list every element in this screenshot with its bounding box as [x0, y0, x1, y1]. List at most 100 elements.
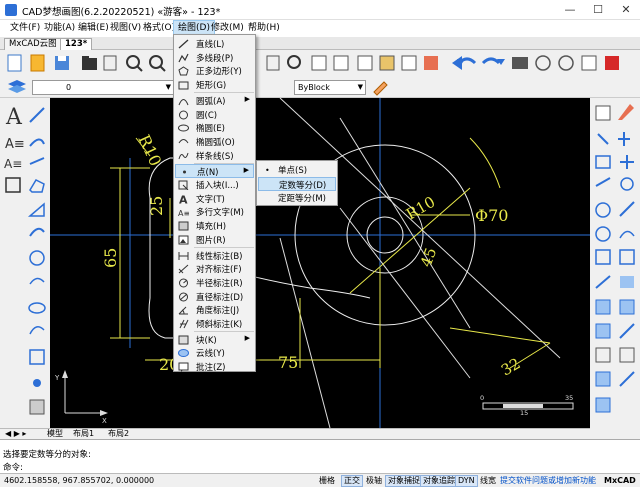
- draw-menu-item-dim-radius[interactable]: 半径标注(R): [175, 276, 254, 290]
- dim-r10-right: R10: [403, 193, 438, 224]
- draw-menu-item-label: 椭圆弧(O): [196, 137, 235, 148]
- draw-menu-item-point[interactable]: 点(N) ▶: [175, 164, 254, 178]
- insert-block-icon: [178, 180, 189, 191]
- submenu-item-label: 单点(S): [278, 166, 308, 176]
- point-submenu: • 单点(S) 定数等分(D) 定距等分(M): [256, 160, 338, 206]
- draw-menu-item-label: 批注(Z): [196, 363, 226, 374]
- tab-layout-1[interactable]: 布局1: [70, 429, 97, 439]
- draw-menu-item-image[interactable]: 图片(R): [175, 233, 254, 247]
- layout-tabs: ◀ ▶ ▸ 模型 布局1 布局2: [0, 428, 590, 439]
- draw-menu-item-ellipse-arc[interactable]: 椭圆弧(O): [175, 135, 254, 149]
- dim-75: 75: [278, 353, 298, 372]
- file-tools-icons[interactable]: [4, 53, 174, 73]
- layer-select[interactable]: 0 ▼: [32, 80, 174, 95]
- close-button[interactable]: ✕: [612, 0, 640, 20]
- hatch-icon: [178, 221, 189, 231]
- feedback-link[interactable]: 提交软件问题或增加新功能: [498, 475, 598, 487]
- draw-menu-item-ellipse[interactable]: 椭圆(E): [175, 121, 254, 135]
- submenu-item-label: 定距等分(M): [278, 194, 326, 204]
- scale-label-0: 0: [480, 394, 484, 402]
- toggle-grid[interactable]: 栅格: [317, 475, 337, 487]
- block-icon: [178, 335, 189, 345]
- layers-icon[interactable]: [6, 78, 28, 96]
- scale-label-15: 15: [520, 409, 528, 417]
- draw-menu-item-label: 多行文字(M): [196, 208, 244, 219]
- toggle-ortho[interactable]: 正交: [341, 475, 363, 487]
- toggle-osnap[interactable]: 对象捕捉: [385, 475, 423, 487]
- app-logo-icon: [5, 4, 17, 16]
- draw-menu-item-revcloud[interactable]: 云线(Y): [175, 346, 254, 360]
- command-window: 选择要定数等分的对象: 命令:: [0, 439, 640, 473]
- mxcad-brand: MxCAD: [604, 476, 636, 485]
- command-history: 选择要定数等分的对象:: [3, 450, 91, 460]
- rectangle-icon: [178, 80, 189, 90]
- draw-menu-item-label: 圆(C): [196, 110, 218, 121]
- toggle-lineweight[interactable]: 线宽: [478, 475, 498, 487]
- color-picker-icon[interactable]: [370, 78, 390, 96]
- submenu-item-point-divide[interactable]: 定数等分(D): [258, 177, 336, 191]
- draw-menu-item-block[interactable]: 块(K) ▶: [175, 333, 254, 347]
- draw-menu-item-label: 块(K): [196, 335, 217, 346]
- draw-menu-item-comment[interactable]: 批注(Z): [175, 360, 254, 374]
- drawing-canvas[interactable]: R10 25 65 R10 Φ70 45 20 75 32 Y X 0 15 3…: [50, 98, 590, 428]
- draw-menu-item-polygon[interactable]: 正多边形(Y): [175, 64, 254, 78]
- polygon-icon: [178, 66, 189, 76]
- draw-menu-item-label: 半径标注(R): [196, 278, 243, 289]
- submenu-item-label: 定数等分(D): [279, 181, 327, 191]
- draw-menu-item-polyline[interactable]: 多线段(P): [175, 51, 254, 65]
- dim-diameter-icon: [178, 292, 189, 302]
- draw-menu-item-hatch[interactable]: 填充(H): [175, 219, 254, 233]
- menu-file[interactable]: 文件(F): [6, 20, 44, 37]
- command-prompt[interactable]: 命令:: [3, 461, 23, 473]
- spline-icon: [178, 151, 189, 161]
- edit-tools-icons[interactable]: [262, 53, 472, 73]
- tab-mxcad-cloud[interactable]: MxCAD云图: [4, 38, 62, 50]
- draw-menu-item-line[interactable]: 直线(L): [175, 37, 254, 51]
- draw-menu-item-rectangle[interactable]: 矩形(G): [175, 78, 254, 92]
- minimize-button[interactable]: —: [556, 0, 584, 20]
- tab-nav-arrows[interactable]: ◀ ▶ ▸: [2, 429, 29, 439]
- arc-icon: [178, 96, 189, 106]
- draw-menu-item-dim-oblique[interactable]: 倾斜标注(K): [175, 317, 254, 331]
- right-tool-icons[interactable]: [590, 98, 640, 428]
- draw-menu-item-dim-diameter[interactable]: 直径标注(D): [175, 290, 254, 304]
- svg-text:A≡: A≡: [4, 157, 22, 171]
- dim-linear-icon: [178, 251, 189, 261]
- tab-123[interactable]: 123*: [60, 38, 93, 50]
- tab-layout-2[interactable]: 布局2: [105, 429, 132, 439]
- dim-oblique-icon: [178, 319, 189, 329]
- revcloud-icon: [178, 348, 189, 358]
- toggle-dyn[interactable]: DYN: [455, 475, 478, 487]
- bullet-icon: •: [265, 166, 270, 175]
- draw-menu-item-arc[interactable]: 圆弧(A) ▶: [175, 94, 254, 108]
- draw-menu-item-text[interactable]: A 文字(T): [175, 192, 254, 206]
- undo-redo-icons[interactable]: [455, 53, 635, 73]
- text-icon: A: [178, 193, 189, 206]
- draw-menu-item-dim-linear[interactable]: 线性标注(B): [175, 249, 254, 263]
- dim-32: 32: [498, 354, 524, 379]
- draw-menu-item-dim-angle[interactable]: 角度标注(J): [175, 303, 254, 317]
- mtext-icon: A≡: [178, 207, 190, 218]
- menu-bar: 文件(F) 功能(A) 编辑(E) 视图(V) 格式(O) 绘图(D) 修改(M…: [0, 20, 640, 37]
- title-bar: CAD梦想画图(6.2.20220521) «游客» - 123* — ☐ ✕: [0, 0, 640, 20]
- cad-drawing: R10 25 65 R10 Φ70 45 20 75 32 Y X 0 15 3…: [50, 98, 590, 428]
- dim-radius-icon: [178, 278, 189, 288]
- svg-text:Y: Y: [54, 374, 60, 382]
- line-icon: [178, 39, 189, 49]
- draw-menu-item-circle[interactable]: 圆(C): [175, 108, 254, 122]
- status-bar: 4602.158558, 967.855702, 0.000000 栅格 正交 …: [0, 473, 640, 487]
- tab-model[interactable]: 模型: [44, 429, 66, 439]
- submenu-arrow-icon: ▶: [244, 94, 250, 103]
- polyline-icon: [178, 53, 189, 63]
- draw-menu-item-dim-aligned[interactable]: 对齐标注(F): [175, 262, 254, 276]
- toggle-polar[interactable]: 极轴: [364, 475, 384, 487]
- linetype-select[interactable]: ByBlock ▼: [294, 80, 366, 95]
- toggle-otrack[interactable]: 对象追踪: [420, 475, 458, 487]
- left-tool-icons[interactable]: A A≡ A≡: [0, 98, 50, 428]
- draw-menu-item-insert-block[interactable]: 插入块(I...): [175, 178, 254, 192]
- maximize-button[interactable]: ☐: [584, 0, 612, 20]
- submenu-item-point-measure[interactable]: 定距等分(M): [258, 191, 336, 205]
- draw-menu-item-mtext[interactable]: A≡ 多行文字(M): [175, 205, 254, 219]
- draw-menu-item-spline[interactable]: 样条线(S): [175, 149, 254, 163]
- submenu-item-point-single[interactable]: • 单点(S): [258, 163, 336, 177]
